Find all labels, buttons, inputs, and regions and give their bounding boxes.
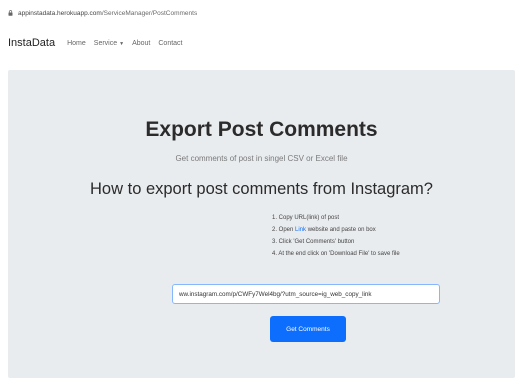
- nav-link-contact[interactable]: Contact: [158, 40, 182, 47]
- nav-dropdown-service[interactable]: Service ▼: [94, 40, 124, 47]
- lock-icon: [8, 10, 13, 16]
- step-item-2: 2. Open Link website and paste on box: [272, 224, 400, 236]
- page-subtitle: Get comments of post in singel CSV or Ex…: [175, 154, 348, 163]
- navbar: InstaData Home Service ▼ About Contact: [0, 26, 525, 60]
- steps-list: 1. Copy URL(link) of post 2. Open Link w…: [272, 212, 400, 260]
- howto-heading: How to export post comments from Instagr…: [90, 180, 433, 198]
- step-2-link[interactable]: Link: [295, 227, 306, 233]
- brand-logo-text[interactable]: InstaData: [8, 37, 55, 49]
- step-item-4: 4. At the end click on 'Download File' t…: [272, 251, 400, 257]
- step-2-text-after: website and paste on box: [306, 227, 376, 233]
- url-path: /ServiceManager/PostComments: [101, 9, 198, 17]
- step-2-text-before: 2. Open: [272, 227, 296, 233]
- browser-address-bar[interactable]: appinstadata.herokuapp.com/ServiceManage…: [0, 0, 525, 26]
- nav-link-service-label: Service: [93, 39, 118, 47]
- post-url-input[interactable]: [172, 284, 440, 304]
- url-domain: appinstadata.herokuapp.com: [18, 9, 102, 17]
- get-comments-button[interactable]: Get Comments: [270, 316, 346, 342]
- nav-link-home[interactable]: Home: [67, 40, 86, 47]
- nav-link-about[interactable]: About: [132, 40, 150, 47]
- chevron-down-icon: ▼: [119, 40, 125, 47]
- step-item-1: 1. Copy URL(link) of post: [272, 215, 340, 221]
- page-title: Export Post Comments: [145, 118, 378, 141]
- export-card: Export Post Comments Get comments of pos…: [8, 70, 515, 378]
- step-item-3: 3. Click 'Get Comments' button: [272, 239, 355, 245]
